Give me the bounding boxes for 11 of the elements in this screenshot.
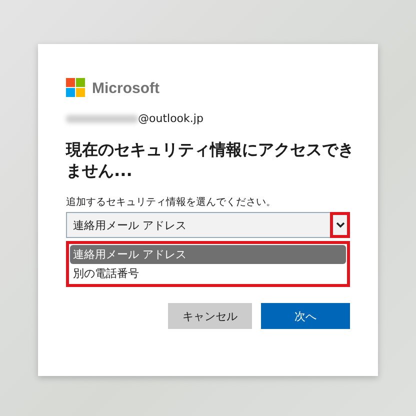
- next-button[interactable]: 次へ: [261, 303, 350, 329]
- heading: 現在のセキュリティ情報にアクセスできません...: [66, 139, 355, 181]
- account-email: @outlook.jp: [138, 112, 204, 125]
- chevron-icon[interactable]: [336, 222, 344, 228]
- dropdown-option[interactable]: 連絡用メール アドレス: [70, 245, 346, 264]
- cancel-button[interactable]: キャンセル: [168, 303, 252, 329]
- dropdown-field[interactable]: 連絡用メール アドレス: [66, 212, 350, 238]
- field-label: 追加するセキュリティ情報を選んでください。: [66, 196, 277, 209]
- brand-name: Microsoft: [92, 80, 160, 96]
- blurred-text: [66, 114, 138, 122]
- logo-icon: [66, 78, 86, 98]
